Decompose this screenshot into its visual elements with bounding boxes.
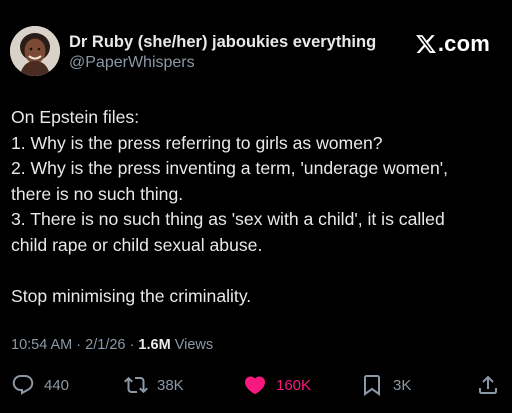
- tweet-line: 2. Why is the press inventing a term, 'u…: [11, 158, 449, 178]
- tweet-line: On Epstein files:: [11, 107, 140, 127]
- heart-icon: [244, 376, 266, 395]
- repost-count: 38K: [157, 376, 184, 394]
- bookmark-count: 3K: [393, 376, 412, 394]
- repost-button[interactable]: 38K: [124, 370, 184, 400]
- share-icon: [479, 375, 497, 394]
- reply-button[interactable]: 440: [11, 370, 69, 400]
- repost-icon: [124, 376, 148, 394]
- bookmark-button[interactable]: 3K: [360, 370, 411, 400]
- share-button[interactable]: [476, 370, 500, 400]
- brand-text: .com: [437, 31, 490, 56]
- tweet-header: Dr Ruby (she/her) jaboukies everything @…: [10, 26, 502, 78]
- reply-count: 440: [44, 376, 70, 394]
- tweet-date[interactable]: 2/1/26: [85, 337, 125, 353]
- x-logo-icon: [415, 35, 436, 53]
- user-handle[interactable]: @PaperWhispers: [69, 54, 195, 72]
- avatar-icon: [10, 26, 60, 76]
- meta-separator: ·: [76, 337, 82, 353]
- reply-icon: [12, 375, 34, 395]
- profile-avatar[interactable]: [10, 26, 60, 76]
- brand-watermark: .com: [415, 31, 490, 57]
- tweet-line: Stop minimising the criminality.: [11, 285, 252, 306]
- cropped-top-text: • • • •: [200, 0, 310, 4]
- meta-separator: ·: [129, 337, 135, 353]
- display-name[interactable]: Dr Ruby (she/her) jaboukies everything: [69, 33, 376, 52]
- tweet-meta: 10:54 AM · 2/1/26 · 1.6M Views: [11, 337, 213, 353]
- like-count: 160K: [276, 376, 312, 394]
- bookmark-icon: [364, 375, 380, 396]
- views-label: Views: [174, 337, 214, 353]
- tweet-text: On Epstein files: 1. Why is the press re…: [11, 105, 503, 309]
- tweet-line: there is no such thing.: [11, 183, 184, 204]
- tweet-time[interactable]: 10:54 AM: [11, 337, 72, 353]
- action-bar: 440 38K 160K 3K: [0, 370, 512, 400]
- tweet-line: child rape or child sexual abuse.: [11, 234, 263, 255]
- views-count: 1.6M: [138, 337, 171, 353]
- tweet-line: 3. There is no such thing as 'sex with a…: [11, 209, 445, 229]
- like-button[interactable]: 160K: [243, 370, 311, 400]
- tweet-line: 1. Why is the press referring to girls a…: [11, 132, 383, 153]
